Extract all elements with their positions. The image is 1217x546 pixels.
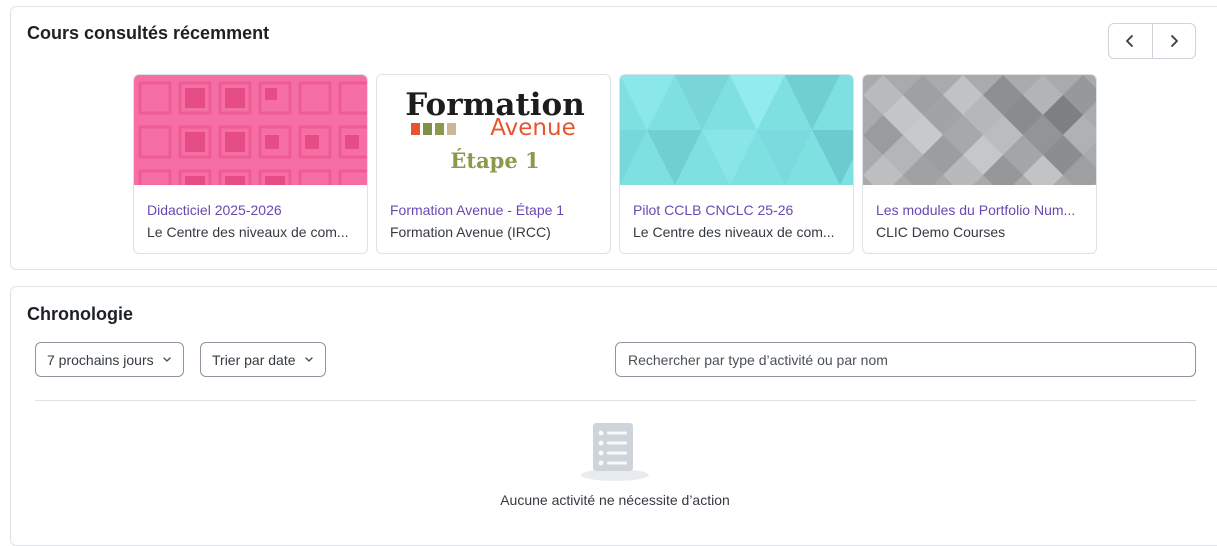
chevron-down-icon bbox=[304, 356, 313, 362]
empty-state-message: Aucune activité ne nécessite d’action bbox=[500, 492, 730, 508]
course-title[interactable]: Didacticiel 2025-2026 bbox=[147, 202, 359, 218]
course-category: Le Centre des niveaux de com... bbox=[633, 224, 835, 240]
timeline-block: Chronologie 7 prochains jours Trier par … bbox=[10, 286, 1217, 546]
course-image-pink[interactable] bbox=[134, 75, 367, 185]
course-title[interactable]: Formation Avenue - Étape 1 bbox=[390, 202, 602, 218]
sort-label: Trier par date bbox=[212, 351, 296, 368]
course-title[interactable]: Les modules du Portfolio Num... bbox=[876, 202, 1088, 218]
course-category: Le Centre des niveaux de com... bbox=[147, 224, 349, 240]
course-card[interactable]: Pilot CCLB CNCLC 25-26 Le Centre des niv… bbox=[619, 74, 854, 254]
recent-courses-block: Cours consultés récemment Didacticiel 20… bbox=[10, 6, 1217, 270]
course-card[interactable]: Formation Avenue Étape 1 Formation Avenu… bbox=[376, 74, 611, 254]
course-image-teal[interactable] bbox=[620, 75, 853, 185]
logo-line-3: Étape 1 bbox=[450, 148, 539, 173]
chevron-right-icon bbox=[1170, 35, 1178, 47]
day-filter-dropdown[interactable]: 7 prochains jours bbox=[35, 342, 184, 377]
course-category: CLIC Demo Courses bbox=[876, 224, 1006, 240]
course-pager bbox=[1108, 23, 1196, 59]
divider bbox=[35, 400, 1196, 401]
course-card[interactable]: Didacticiel 2025-2026 Le Centre des nive… bbox=[133, 74, 368, 254]
list-document-icon bbox=[579, 419, 651, 488]
course-category: Formation Avenue (IRCC) bbox=[390, 224, 551, 240]
course-card[interactable]: Les modules du Portfolio Num... CLIC Dem… bbox=[862, 74, 1097, 254]
day-filter-label: 7 prochains jours bbox=[47, 351, 154, 368]
logo-line-2: Avenue bbox=[490, 115, 575, 141]
timeline-title: Chronologie bbox=[27, 304, 133, 324]
recent-courses-title: Cours consultés récemment bbox=[27, 23, 270, 43]
sort-dropdown[interactable]: Trier par date bbox=[200, 342, 326, 377]
activity-search-input[interactable] bbox=[615, 342, 1196, 377]
prev-page-button[interactable] bbox=[1109, 24, 1152, 58]
course-title[interactable]: Pilot CCLB CNCLC 25-26 bbox=[633, 202, 845, 218]
next-page-button[interactable] bbox=[1151, 24, 1196, 58]
course-image-formation-avenue[interactable]: Formation Avenue Étape 1 bbox=[377, 75, 610, 185]
course-image-grey[interactable] bbox=[863, 75, 1096, 185]
chevron-down-icon bbox=[162, 356, 171, 362]
chevron-left-icon bbox=[1126, 35, 1134, 47]
formation-avenue-logo: Formation Avenue Étape 1 bbox=[377, 75, 610, 185]
